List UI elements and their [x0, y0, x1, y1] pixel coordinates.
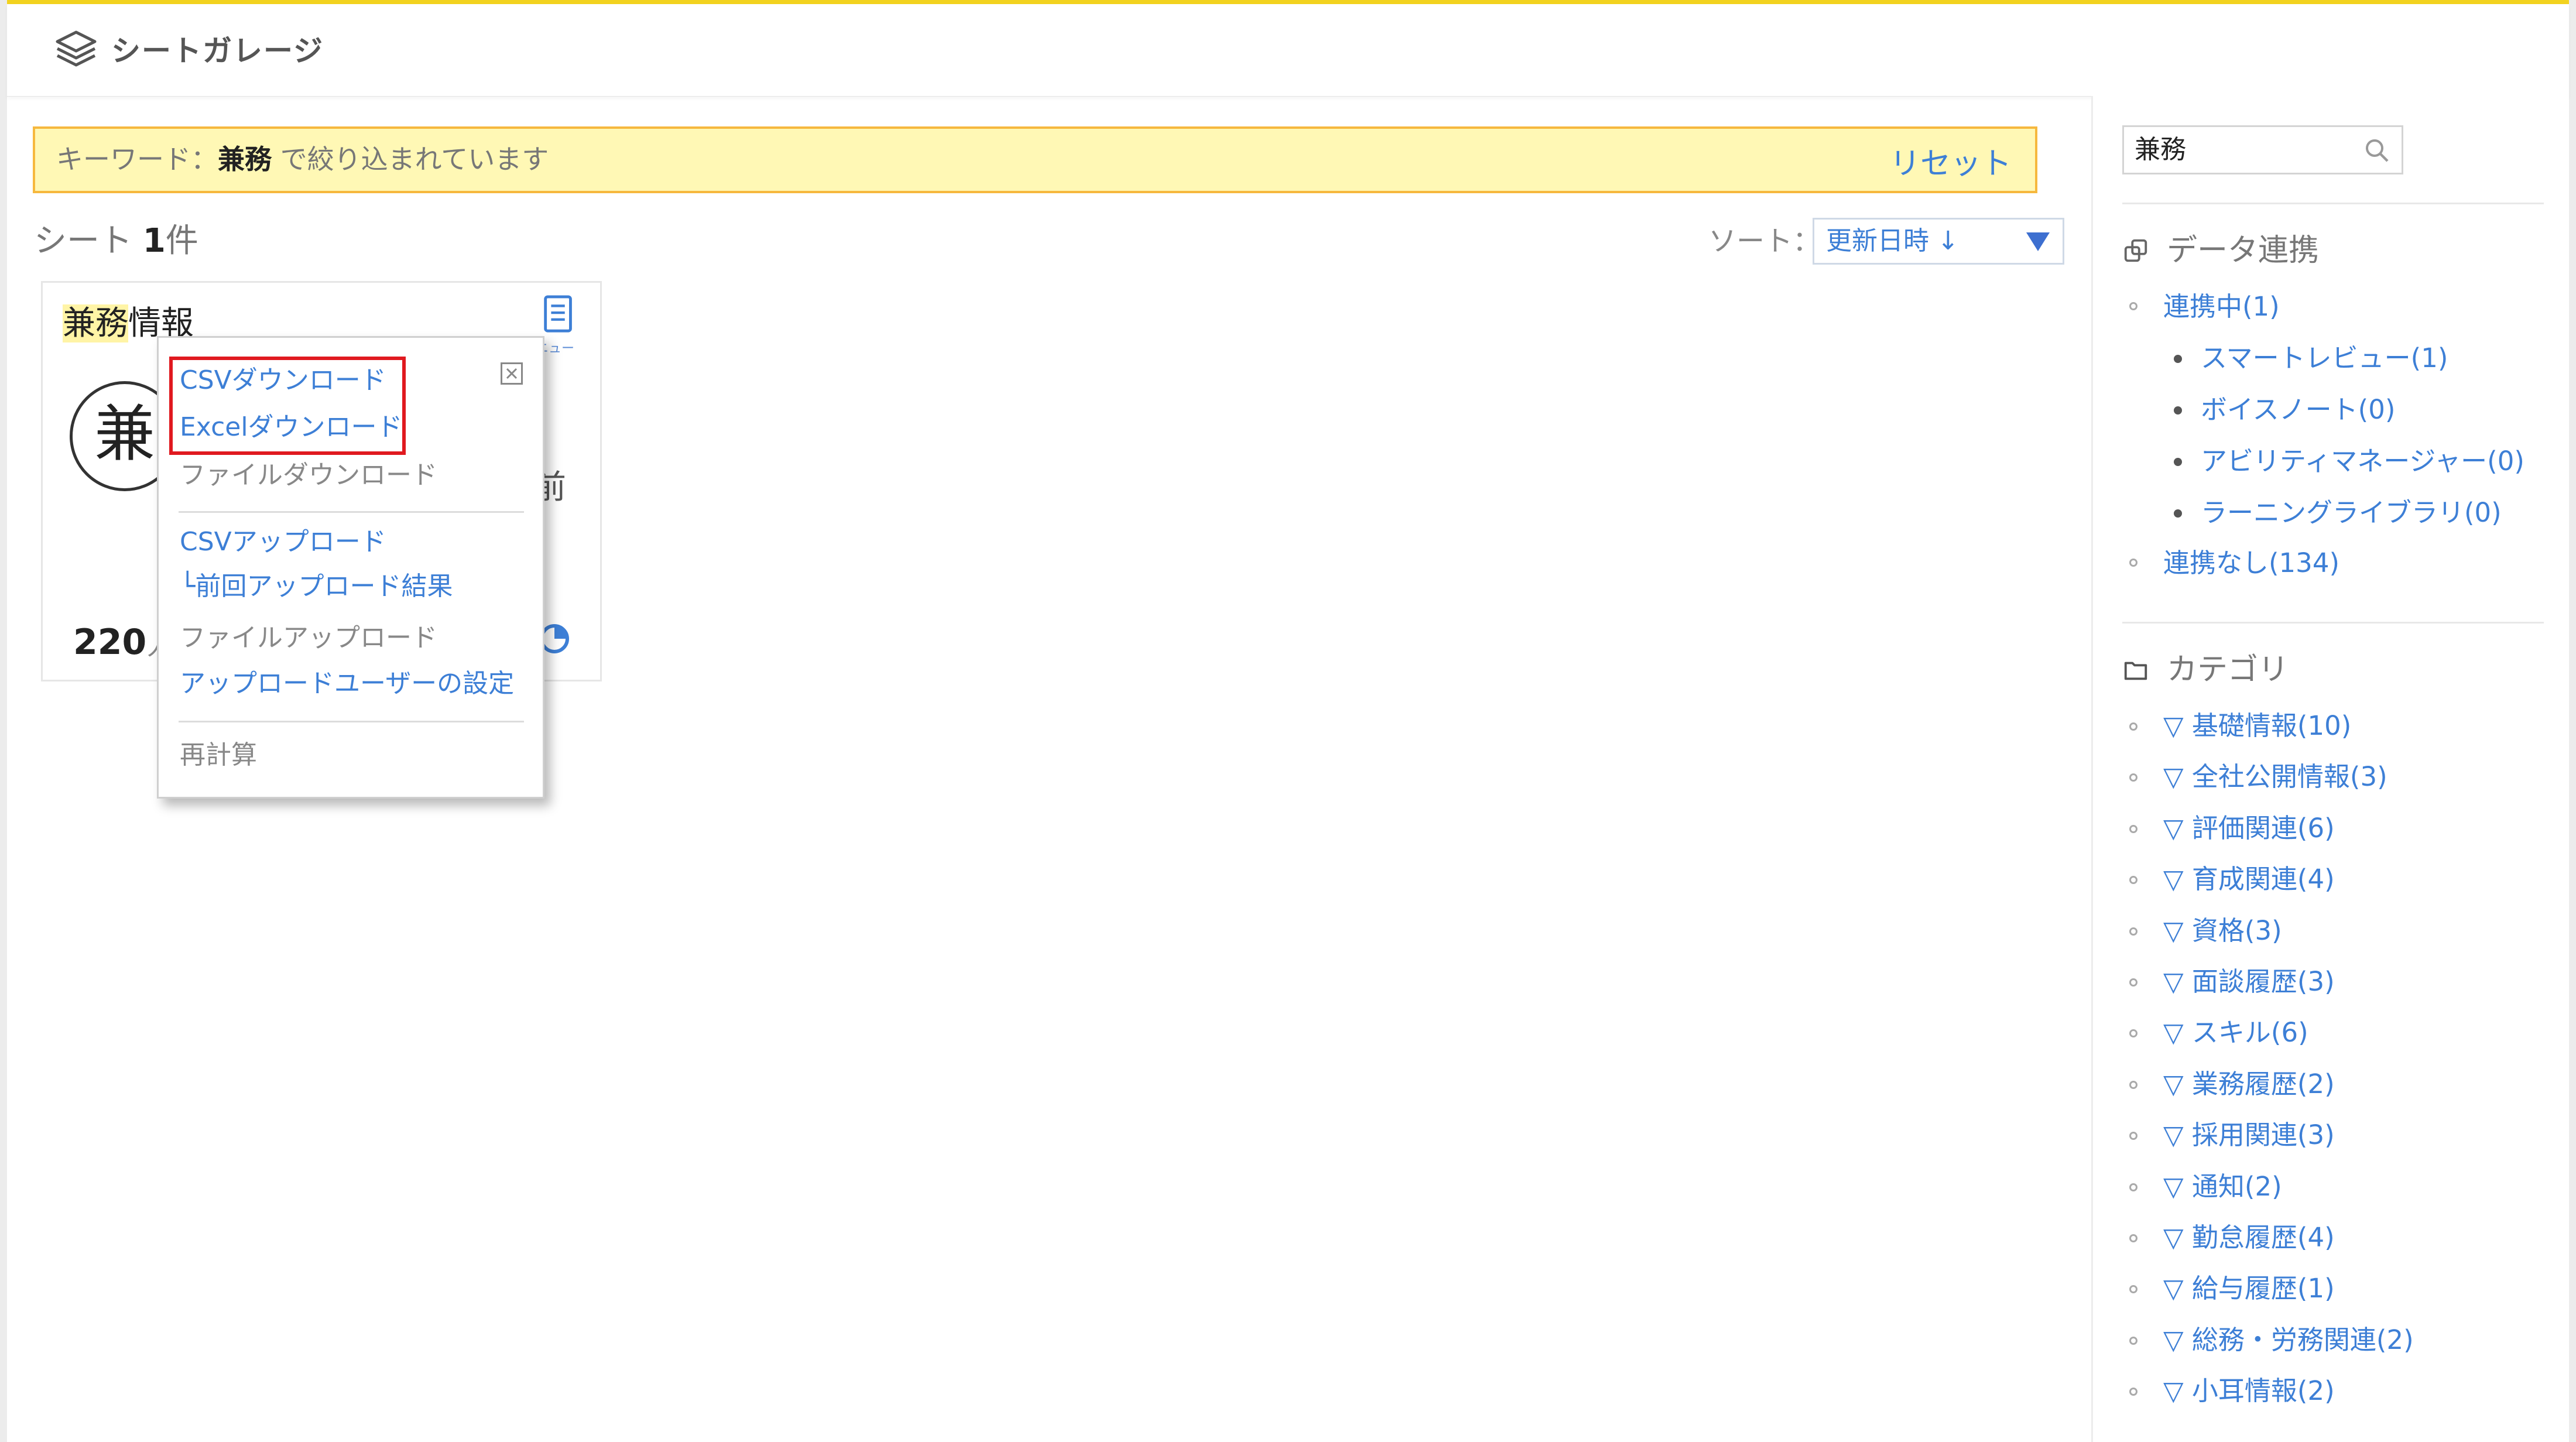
sidebar-item-linked-child[interactable]: ボイスノート(0)	[2201, 386, 2395, 433]
sidebar-item-linked-child[interactable]: アビリティマネージャー(0)	[2201, 438, 2524, 485]
bullet	[2129, 1132, 2137, 1140]
data-link-heading: データ連携	[2122, 227, 2319, 274]
bullet	[2129, 773, 2137, 782]
highlight-box	[169, 357, 406, 455]
sort-label: ソート：	[1708, 225, 1821, 258]
filter-prefix: キーワード：	[56, 143, 218, 175]
bullet	[2129, 1336, 2137, 1345]
sidebar-item-category[interactable]: ▽ 全社公開情報(3)	[2163, 753, 2387, 800]
bullet	[2129, 1183, 2137, 1191]
sidebar-item-category[interactable]: ▽ 業務履歴(2)	[2163, 1061, 2335, 1108]
data-link-title: データ連携	[2167, 233, 2320, 268]
sidebar-item-linked-child[interactable]: スマートレビュー(1)	[2201, 335, 2448, 382]
search-icon[interactable]	[2363, 136, 2391, 165]
keyword-filter-banner: キーワード：兼務 で絞り込まれています リセット	[33, 126, 2037, 193]
sidebar: 兼務 データ連携 連携中(1) スマートレビュー(1) ボイスノート(0) アビリテ…	[2091, 96, 2569, 1442]
sidebar-item-category[interactable]: ▽ 勤怠履歴(4)	[2163, 1214, 2335, 1261]
filter-suffix: で絞り込まれています	[272, 143, 549, 175]
file-upload-item: ファイルアップロード	[180, 623, 437, 653]
bullet	[2129, 1234, 2137, 1242]
sidebar-item-unlinked[interactable]: 連携なし(134)	[2163, 540, 2339, 587]
sort-value: 更新日時 ↓	[1826, 226, 1959, 256]
sidebar-item-category[interactable]: ▽ 面談履歴(3)	[2163, 958, 2335, 1005]
bullet	[2129, 1080, 2137, 1089]
category-title: カテゴリ	[2167, 652, 2289, 687]
sidebar-item-linked[interactable]: 連携中(1)	[2163, 283, 2280, 330]
sidebar-item-category[interactable]: ▽ 評価関連(6)	[2163, 805, 2335, 852]
count-unit: 件	[165, 222, 198, 260]
filter-text: キーワード：兼務 で絞り込まれています	[56, 129, 549, 190]
sidebar-item-category[interactable]: ▽ 採用関連(3)	[2163, 1112, 2335, 1159]
sidebar-item-category[interactable]: ▽ 給与履歴(1)	[2163, 1265, 2335, 1312]
sidebar-item-category[interactable]: ▽ 育成関連(4)	[2163, 856, 2335, 903]
recalc-item[interactable]: 再計算	[180, 735, 257, 776]
sidebar-item-category[interactable]: ▽ スキル(6)	[2163, 1009, 2308, 1056]
csv-upload-link[interactable]: CSVアップロード	[180, 522, 386, 563]
sidebar-item-category[interactable]: ▽ 資格(3)	[2163, 907, 2282, 954]
bullet	[2129, 1029, 2137, 1038]
menu-document-icon[interactable]	[542, 294, 577, 335]
sidebar-item-category[interactable]: ▽ 通知(2)	[2163, 1163, 2282, 1210]
sidebar-divider	[2122, 622, 2544, 624]
left-edge	[0, 0, 7, 1442]
bullet	[2129, 876, 2137, 885]
bullet	[2129, 1388, 2137, 1396]
layers-icon	[56, 30, 97, 67]
right-edge	[2569, 0, 2576, 1442]
sidebar-item-category[interactable]: ▽ 総務・労務関連(2)	[2163, 1317, 2414, 1364]
bullet	[2174, 406, 2182, 415]
bullet	[2129, 927, 2137, 936]
bullet	[2129, 559, 2137, 567]
menu-divider	[179, 511, 524, 513]
category-heading: カテゴリ	[2122, 646, 2289, 693]
upload-user-settings-link[interactable]: アップロードユーザーの設定	[180, 663, 514, 704]
bullet	[2129, 824, 2137, 833]
bullet	[2174, 458, 2182, 466]
folder-icon	[2124, 662, 2147, 680]
count-value: 1	[142, 222, 166, 260]
top-accent-bar	[7, 0, 2569, 4]
page-header: シートガレージ	[7, 4, 2569, 97]
sheet-menu-popup: CSVダウンロード Excelダウンロード ファイルダウンロード CSVアップロ…	[157, 336, 544, 799]
sidebar-item-linked-child[interactable]: ラーニングライブラリ(0)	[2201, 489, 2502, 536]
chevron-down-icon	[2026, 232, 2050, 251]
count-label: シート	[34, 222, 143, 260]
reset-link[interactable]: リセット	[1890, 129, 2012, 199]
filter-keyword: 兼務	[218, 143, 272, 175]
bullet	[2129, 978, 2137, 987]
link-icon	[2124, 239, 2147, 262]
person-count: 220	[73, 622, 147, 663]
bullet	[2129, 302, 2137, 310]
sheet-title-highlight: 兼務	[63, 304, 128, 342]
search-input[interactable]: 兼務	[2122, 125, 2403, 174]
sheet-count: シート 1件	[34, 218, 198, 265]
search-value: 兼務	[2135, 135, 2186, 165]
sidebar-divider	[2122, 203, 2544, 204]
sidebar-item-category[interactable]: ▽ 小耳情報(2)	[2163, 1368, 2335, 1414]
last-upload-result-link[interactable]: └前回アップロード結果	[180, 566, 453, 607]
bullet	[2174, 355, 2182, 363]
sidebar-item-category[interactable]: ▽ 基礎情報(10)	[2163, 703, 2351, 749]
bullet	[2129, 722, 2137, 731]
close-x-glyph	[506, 368, 518, 379]
file-download-item: ファイルダウンロード	[180, 460, 437, 490]
bullet	[2129, 1285, 2137, 1294]
sort-select[interactable]: 更新日時 ↓	[1813, 218, 2064, 265]
bullet	[2174, 509, 2182, 518]
close-icon[interactable]	[501, 362, 523, 385]
menu-divider	[179, 721, 524, 722]
page-title: シートガレージ	[111, 34, 324, 68]
